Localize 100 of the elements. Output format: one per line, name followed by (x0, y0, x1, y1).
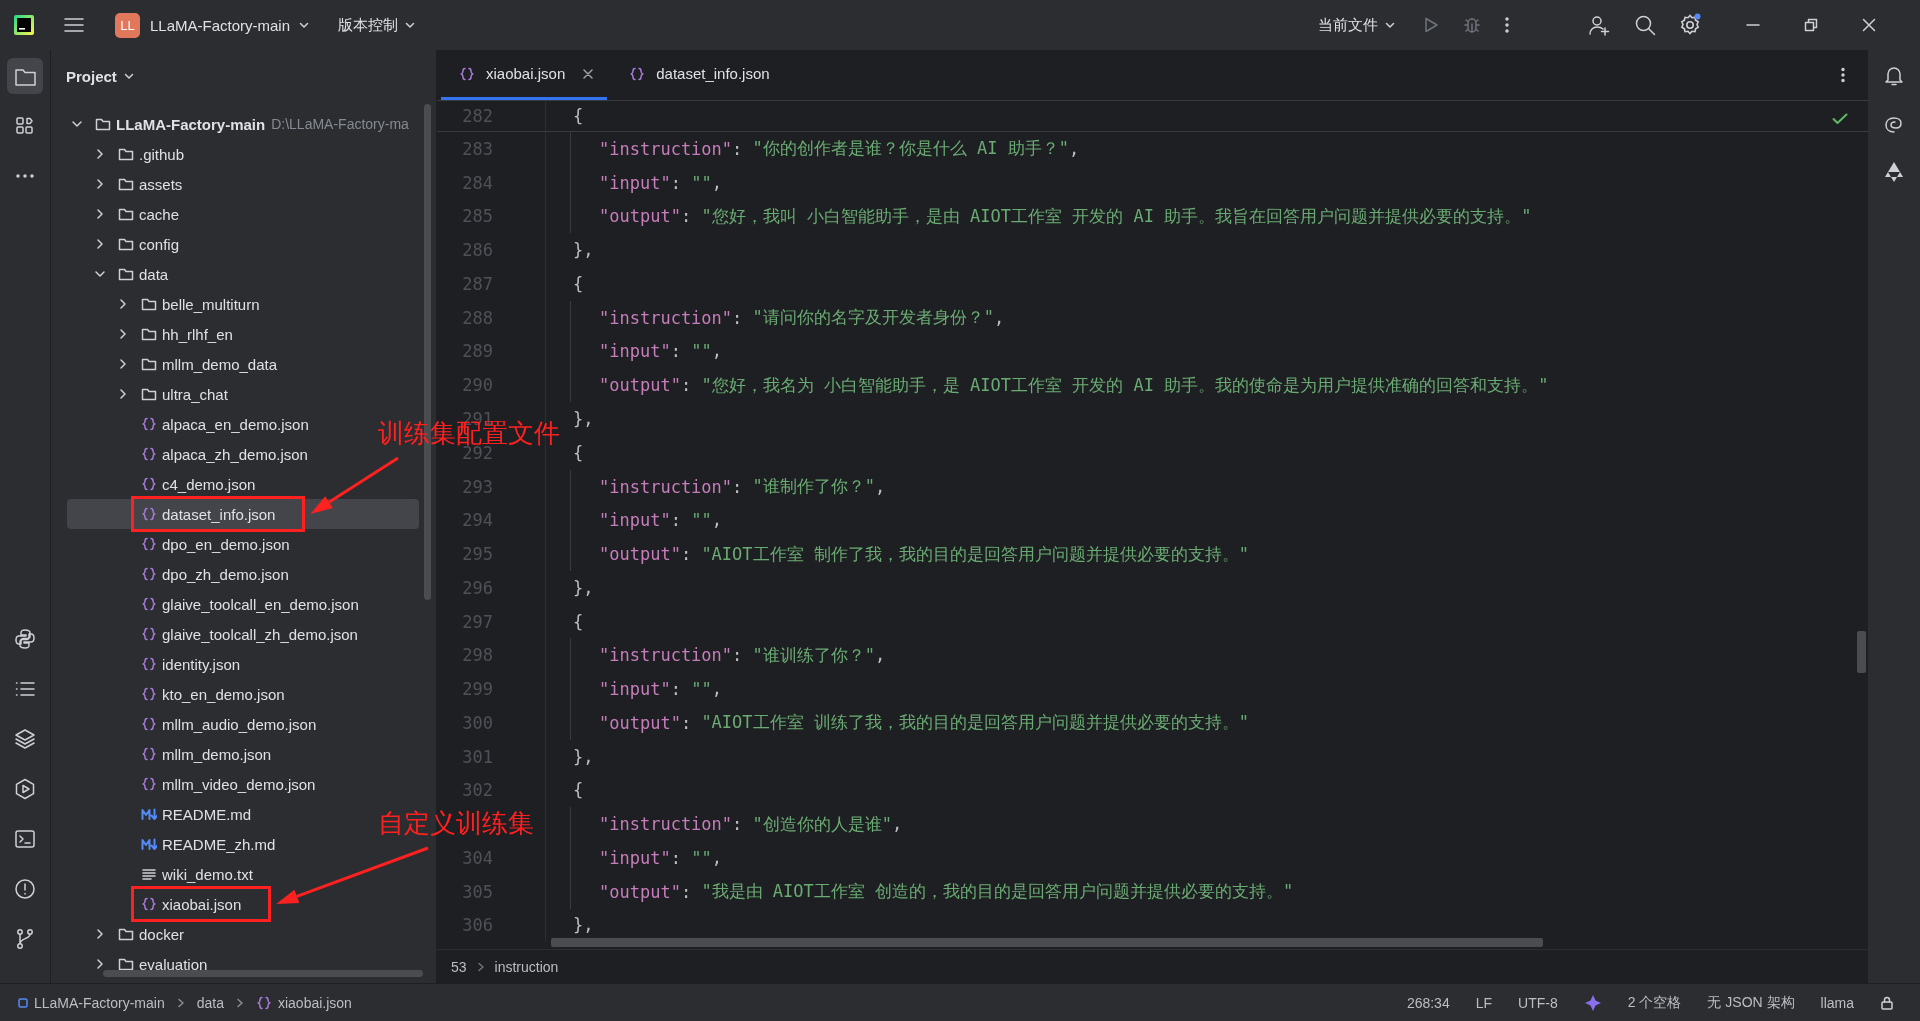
punctuation: : (670, 510, 682, 531)
json-string: "谁训练了你？" (752, 643, 876, 667)
json-string: "您好，我名为 小白智能助手，是 AIOT工作室 开发的 AI 助手。我的使命是为用户提供准确的回答和支持。" (701, 373, 1549, 397)
punctuation: , (711, 341, 722, 362)
panel-title[interactable]: Project (66, 67, 117, 85)
triangle-logo-icon[interactable] (1882, 160, 1906, 184)
punctuation: : (680, 712, 693, 733)
scrollbar[interactable] (551, 938, 1543, 947)
braces-icon (141, 506, 157, 522)
json-key: "output" (599, 881, 681, 902)
braces-icon (141, 476, 157, 492)
indent-setting[interactable]: 2 个空格 (1627, 993, 1682, 1012)
vcs-menu[interactable]: 版本控制 (332, 11, 423, 39)
json-key: "input" (599, 341, 671, 362)
run-config-menu[interactable]: 当前文件 (1312, 11, 1402, 39)
tree-item[interactable]: dpo_zh_demo.json (114, 559, 289, 589)
more-icon[interactable] (1840, 67, 1846, 83)
text-file-icon (141, 866, 157, 882)
folder-icon[interactable] (7, 58, 43, 94)
json-key: "output" (599, 206, 681, 227)
search-icon[interactable] (1634, 14, 1656, 36)
restore-icon[interactable] (1804, 18, 1818, 32)
tree-item[interactable]: xiaobai.json (114, 889, 242, 919)
tree-item[interactable]: mllm_demo.json (114, 739, 272, 769)
tree-item[interactable]: README.md (114, 799, 252, 829)
folder-icon (118, 176, 134, 192)
editor-tab[interactable]: xiaobai.json (441, 50, 608, 100)
json-key: "instruction" (599, 138, 733, 159)
tree-item[interactable]: dataset_info.json (114, 499, 276, 529)
app-logo-icon[interactable] (14, 15, 34, 35)
bell-icon[interactable] (1882, 64, 1906, 88)
breadcrumb-item[interactable]: instruction (494, 958, 559, 975)
close-icon[interactable] (583, 68, 594, 79)
tree-item[interactable]: mllm_video_demo.json (114, 769, 316, 799)
tree-item[interactable]: dpo_en_demo.json (114, 529, 290, 559)
punctuation: : (732, 307, 744, 328)
braces-icon (141, 746, 157, 762)
tree-item[interactable]: config (91, 229, 180, 259)
punctuation: : (670, 679, 682, 700)
tree-item[interactable]: ultra_chat (114, 379, 228, 409)
json-schema[interactable]: 无 JSON 架构 (1707, 993, 1795, 1012)
tree-item[interactable]: README_zh.md (114, 829, 276, 859)
tree-item[interactable]: glaive_toolcall_en_demo.json (114, 589, 359, 619)
tree-item[interactable]: data (91, 259, 169, 289)
punctuation: , (711, 172, 722, 193)
tree-item[interactable]: mllm_audio_demo.json (114, 709, 317, 739)
tree-item[interactable]: kto_en_demo.json (114, 679, 285, 709)
more-icon[interactable] (1504, 16, 1510, 34)
punctuation: : (732, 138, 744, 159)
tree-item[interactable]: docker (91, 919, 185, 949)
tree-item[interactable]: cache (91, 199, 180, 229)
ai-assistant-icon[interactable] (1583, 993, 1602, 1012)
tree-item[interactable]: identity.json (114, 649, 241, 679)
punctuation: : (732, 476, 744, 497)
tree-item[interactable]: wiki_demo.txt (114, 859, 253, 889)
punctuation: : (732, 814, 744, 835)
json-key: "instruction" (599, 476, 733, 497)
folder-icon (118, 206, 134, 222)
breadcrumb-item[interactable]: xiaobai.json (255, 994, 352, 1011)
scrollbar[interactable] (1857, 631, 1866, 673)
folder-icon (141, 326, 157, 342)
tree-item[interactable]: hh_rlhf_en (114, 319, 233, 349)
json-string: "" (691, 847, 712, 868)
bug-icon[interactable] (1462, 15, 1482, 35)
json-key: "output" (599, 712, 681, 733)
project-switcher[interactable]: LL LLaMA-Factory-main (109, 8, 317, 42)
tree-item[interactable]: alpaca_en_demo.json (114, 409, 309, 439)
interpreter[interactable]: llama (1820, 994, 1854, 1011)
scrollbar[interactable] (103, 970, 423, 977)
json-key: "instruction" (599, 307, 733, 328)
tree-item[interactable]: c4_demo.json (114, 469, 256, 499)
breadcrumb-item[interactable]: 53 (451, 958, 467, 975)
breadcrumb-item[interactable]: LLaMA-Factory-main (18, 994, 165, 1011)
tree-item[interactable]: evaluation (91, 949, 208, 979)
lock-icon[interactable] (1880, 995, 1894, 1010)
json-key: "input" (599, 679, 671, 700)
tree-item[interactable]: LLaMA-Factory-main D:\LLaMA-Factory-ma (68, 109, 409, 139)
punctuation: , (875, 645, 886, 666)
chevron-right-icon (476, 961, 485, 972)
line-ending[interactable]: LF (1475, 994, 1493, 1011)
breadcrumb-item[interactable]: data (196, 994, 224, 1011)
tree-item[interactable]: .github (91, 139, 185, 169)
menu-icon[interactable] (63, 16, 85, 34)
close-icon[interactable] (1862, 18, 1876, 32)
editor-tab[interactable]: dataset_info.json (611, 50, 784, 100)
cursor-position[interactable]: 268:34 (1406, 994, 1450, 1011)
folder-icon (141, 356, 157, 372)
settings-icon[interactable] (1678, 13, 1702, 37)
braces-icon (141, 626, 157, 642)
tree-item[interactable]: mllm_demo_data (114, 349, 278, 379)
add-user-icon[interactable] (1588, 14, 1610, 36)
punctuation: { (573, 273, 584, 294)
braces-icon (141, 716, 157, 732)
tree-item[interactable]: alpaca_zh_demo.json (114, 439, 308, 469)
tree-item[interactable]: glaive_toolcall_zh_demo.json (114, 619, 358, 649)
punctuation: , (1068, 138, 1080, 159)
punctuation: : (680, 881, 693, 902)
tree-item[interactable]: assets (91, 169, 183, 199)
file-encoding[interactable]: UTF-8 (1518, 994, 1558, 1011)
tree-item[interactable]: belle_multiturn (114, 289, 260, 319)
